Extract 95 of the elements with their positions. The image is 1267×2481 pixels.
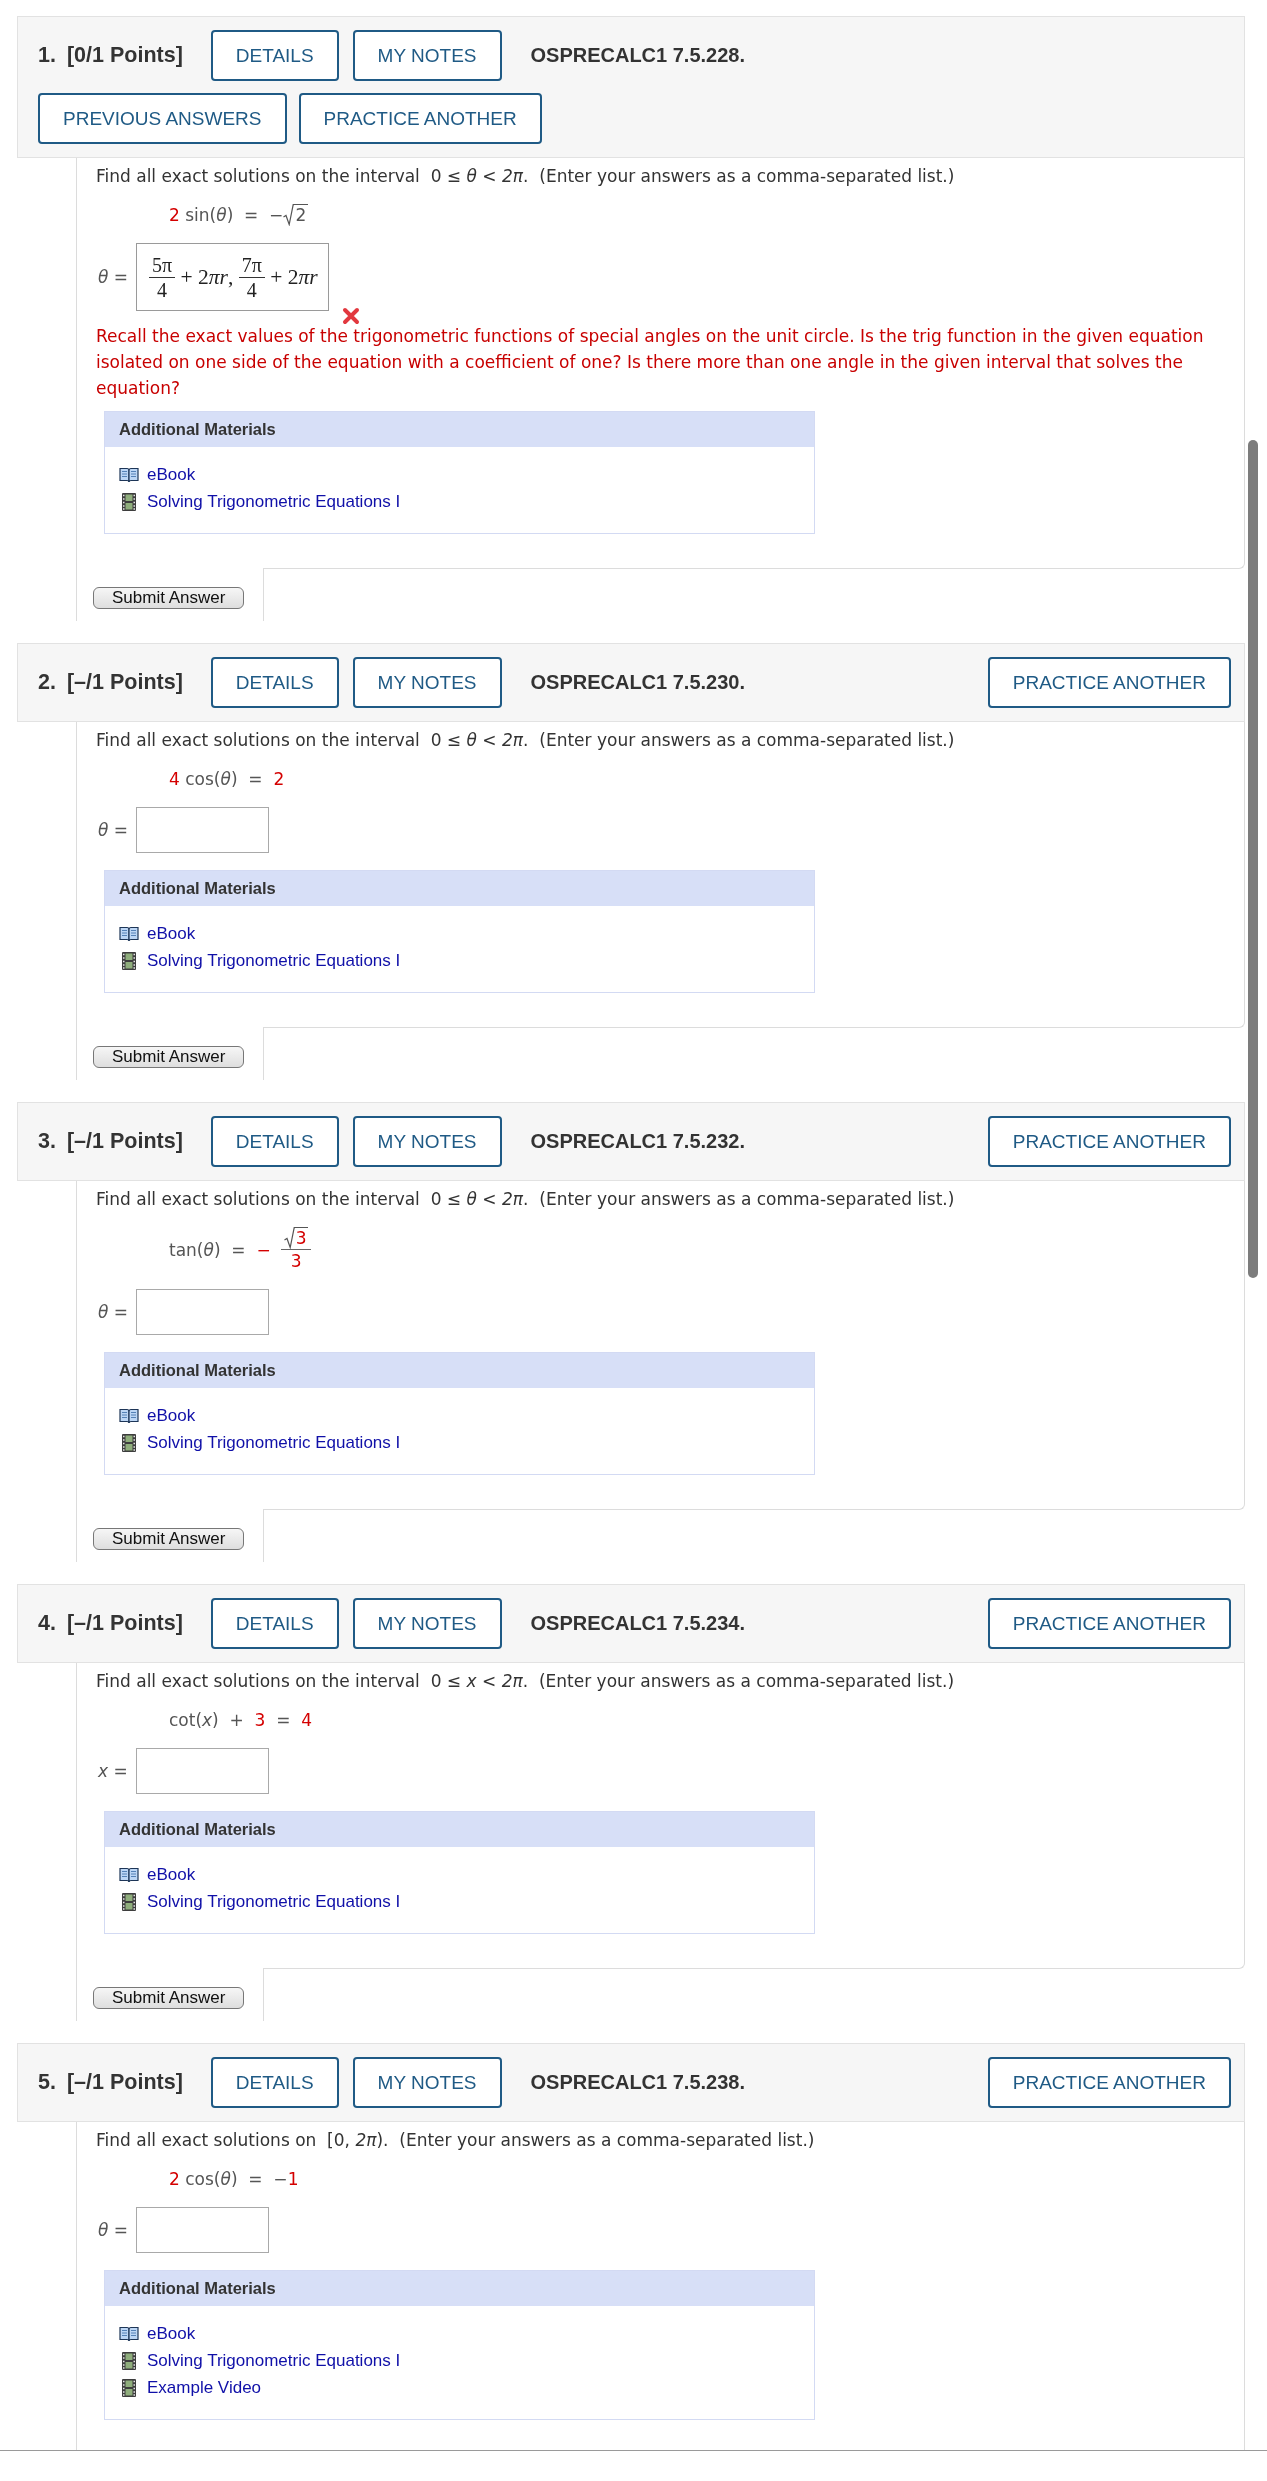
resource-link[interactable]: Solving Trigonometric Equations I <box>147 2350 401 2371</box>
question-prompt: Find all exact solutions on the interval 0 ≤ θ < 2π. (Enter your answers as a comma-separated list.) <box>96 729 956 751</box>
answer-label: x = <box>98 1761 129 1781</box>
question-number: 3. <box>38 1129 56 1154</box>
answer-field[interactable] <box>136 807 269 853</box>
film-strip-icon <box>122 1892 136 1911</box>
film-strip-icon <box>122 2351 136 2370</box>
points-label: [0/1 Points] <box>66 43 183 68</box>
resource-link[interactable]: eBook <box>147 464 196 485</box>
equation-text: 2 <box>169 2168 180 2190</box>
radical-sign-icon <box>283 204 295 226</box>
book-icon <box>119 925 139 942</box>
answer-label: θ = <box>98 1302 130 1322</box>
question-number: 1. <box>38 43 56 68</box>
question-code: OSPRECALC1 7.5.228. <box>530 44 746 67</box>
answer-label: θ = <box>98 267 130 287</box>
materials-header: Additional Materials <box>105 1353 814 1388</box>
question-prompt: Find all exact solutions on the interval 0 ≤ x < 2π. (Enter your answers as a comma-separated list.) <box>96 1670 956 1692</box>
equation-text: − <box>256 1238 271 1261</box>
resource-link[interactable]: Example Video <box>147 2377 262 2398</box>
points-label: [–/1 Points] <box>66 1611 183 1636</box>
answer-field[interactable] <box>136 1748 269 1794</box>
question-number: 2. <box>38 670 56 695</box>
submit-button[interactable]: Submit Answer <box>93 1528 245 1550</box>
equation-text: 4 <box>169 768 180 790</box>
film-strip-icon <box>122 492 136 511</box>
equation-text: tan(θ) = <box>169 1238 247 1261</box>
question-number: 4. <box>38 1611 56 1636</box>
equation-text: 2 <box>169 204 180 226</box>
header-button[interactable]: DETAILS <box>210 2057 339 2108</box>
action-button[interactable]: PRACTICE ANOTHER <box>987 2057 1231 2108</box>
header-button[interactable]: MY NOTES <box>352 30 502 81</box>
question-prompt: Find all exact solutions on the interval 0 ≤ θ < 2π. (Enter your answers as a comma-separated list.) <box>96 1188 956 1210</box>
submit-button[interactable]: Submit Answer <box>93 1046 245 1068</box>
book-icon <box>119 1407 139 1424</box>
resource-link[interactable]: Solving Trigonometric Equations I <box>147 950 401 971</box>
question-code: OSPRECALC1 7.5.230. <box>530 671 746 694</box>
equation-text: 3 <box>254 1709 266 1731</box>
fraction-denominator: 3 <box>289 1250 303 1272</box>
resource-link[interactable]: Solving Trigonometric Equations I <box>147 1891 401 1912</box>
answer-field[interactable] <box>136 1289 269 1335</box>
action-button[interactable]: PRACTICE ANOTHER <box>987 657 1231 708</box>
action-button[interactable]: PRACTICE ANOTHER <box>298 93 542 144</box>
header-button[interactable]: DETAILS <box>210 30 339 81</box>
equation-text: 1 <box>287 2168 299 2190</box>
question-number: 5. <box>38 2070 56 2095</box>
header-button[interactable]: MY NOTES <box>352 2057 502 2108</box>
materials-header: Additional Materials <box>105 412 814 447</box>
resource-link[interactable]: eBook <box>147 1405 196 1426</box>
scrollbar-thumb[interactable] <box>1248 440 1258 1278</box>
equation-text: cot(x) + <box>169 1709 245 1731</box>
materials-header: Additional Materials <box>105 1812 814 1847</box>
book-icon <box>119 1866 139 1883</box>
equation-text: 4 <box>301 1709 313 1731</box>
submit-button[interactable]: Submit Answer <box>93 1987 245 2009</box>
resource-link[interactable]: Solving Trigonometric Equations I <box>147 1432 401 1453</box>
equation-text: sin(θ) = − <box>184 204 284 226</box>
header-button[interactable]: DETAILS <box>210 1598 339 1649</box>
answer-label: θ = <box>98 2220 130 2240</box>
points-label: [–/1 Points] <box>66 1129 183 1154</box>
materials-header: Additional Materials <box>105 871 814 906</box>
equation-text: 2 <box>273 768 285 790</box>
book-icon <box>119 2325 139 2342</box>
header-button[interactable]: MY NOTES <box>352 1598 502 1649</box>
resource-link[interactable]: eBook <box>147 1864 196 1885</box>
materials-header: Additional Materials <box>105 2271 814 2306</box>
question-code: OSPRECALC1 7.5.232. <box>530 1130 746 1153</box>
question-prompt: Find all exact solutions on [0, 2π). (Enter your answers as a comma-separated list.) <box>96 2129 816 2151</box>
question-prompt: Find all exact solutions on the interval 0 ≤ θ < 2π. (Enter your answers as a comma-separated list.) <box>96 165 956 187</box>
book-icon <box>119 466 139 483</box>
points-label: [–/1 Points] <box>66 2070 183 2095</box>
equation-text: cos(θ) = <box>184 768 264 790</box>
header-button[interactable]: DETAILS <box>210 1116 339 1167</box>
action-button[interactable]: PREVIOUS ANSWERS <box>38 93 287 144</box>
submit-button[interactable]: Submit Answer <box>93 587 245 609</box>
resource-link[interactable]: eBook <box>147 2323 196 2344</box>
question-code: OSPRECALC1 7.5.238. <box>530 2071 746 2094</box>
equation-number: 2 <box>294 204 309 226</box>
header-button[interactable]: DETAILS <box>210 657 339 708</box>
film-strip-icon <box>122 2378 136 2397</box>
header-button[interactable]: MY NOTES <box>352 1116 502 1167</box>
question-code: OSPRECALC1 7.5.234. <box>530 1612 746 1635</box>
equation-text: cos(θ) = − <box>184 2168 288 2190</box>
header-button[interactable]: MY NOTES <box>352 657 502 708</box>
action-button[interactable]: PRACTICE ANOTHER <box>987 1116 1231 1167</box>
points-label: [–/1 Points] <box>66 670 183 695</box>
film-strip-icon <box>122 951 136 970</box>
equation-text: = <box>275 1709 292 1731</box>
action-button[interactable]: PRACTICE ANOTHER <box>987 1598 1231 1649</box>
answer-label: θ = <box>98 820 130 840</box>
resource-link[interactable]: eBook <box>147 923 196 944</box>
feedback-text: Recall the exact values of the trigonometric functions of special angles on the unit circle. Is the trig function in the given equation isolated on one side of the equation with a coefficient of one? Is there more than one angle in the given interval that solves the equation? <box>96 325 1205 400</box>
answer-field[interactable] <box>136 2207 269 2253</box>
resource-link[interactable]: Solving Trigonometric Equations I <box>147 491 401 512</box>
film-strip-icon <box>122 1433 136 1452</box>
